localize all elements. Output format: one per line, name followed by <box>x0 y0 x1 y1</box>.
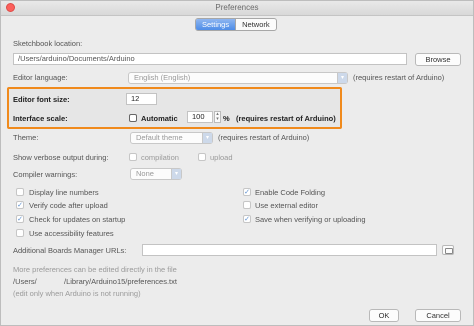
interface-scale-input[interactable]: 100 <box>187 111 213 123</box>
chevron-updown-icon: ▾ <box>337 73 347 83</box>
editor-language-select[interactable]: English (English) ▾ <box>128 72 348 84</box>
preferences-path-prefix: /Users/ <box>13 277 37 286</box>
verbose-label: Show verbose output during: <box>13 153 109 162</box>
chevron-updown-icon: ▾ <box>171 169 181 179</box>
preferences-window: Preferences Settings Network Sketchbook … <box>0 0 474 326</box>
verbose-upload-label: upload <box>210 153 233 162</box>
accessibility-label: Use accessibility features <box>29 229 114 238</box>
scale-stepper[interactable]: ▴ ▾ <box>214 111 221 123</box>
chevron-updown-icon: ▾ <box>202 133 212 143</box>
interface-scale-note: (requires restart of Arduino) <box>236 114 336 123</box>
window-title: Preferences <box>215 3 259 12</box>
verbose-upload-checkbox[interactable] <box>198 153 206 161</box>
tab-bar: Settings Network <box>195 18 277 31</box>
verify-after-upload-label: Verify code after upload <box>29 201 108 210</box>
theme-label: Theme: <box>13 133 39 142</box>
sketchbook-label: Sketchbook location: <box>13 39 83 48</box>
display-line-numbers-label: Display line numbers <box>29 188 99 197</box>
editor-language-note: (requires restart of Arduino) <box>353 73 445 82</box>
theme-select[interactable]: Default theme ▾ <box>130 132 213 144</box>
tab-network[interactable]: Network <box>235 19 276 30</box>
use-external-editor-checkbox[interactable] <box>243 201 251 209</box>
display-line-numbers-checkbox[interactable] <box>16 188 24 196</box>
font-size-input[interactable]: 12 <box>126 93 157 105</box>
compiler-warnings-select[interactable]: None ▾ <box>130 168 182 180</box>
check-updates-checkbox[interactable]: ✓ <box>16 215 24 223</box>
footer-note: (edit only when Arduino is not running) <box>13 289 141 298</box>
compiler-warnings-value: None <box>136 169 154 178</box>
footer-info: More preferences can be edited directly … <box>13 265 177 274</box>
verbose-compilation-label: compilation <box>141 153 179 162</box>
compiler-warnings-label: Compiler warnings: <box>13 170 78 179</box>
boards-manager-urls-input[interactable] <box>142 244 437 256</box>
preferences-path[interactable]: /Library/Arduino15/preferences.txt <box>64 277 177 286</box>
ok-button[interactable]: OK <box>369 309 399 322</box>
save-when-verifying-checkbox[interactable]: ✓ <box>243 215 251 223</box>
verify-after-upload-checkbox[interactable]: ✓ <box>16 201 24 209</box>
editor-language-label: Editor language: <box>13 73 68 82</box>
save-when-verifying-label: Save when verifying or uploading <box>255 215 366 224</box>
scale-unit: % <box>223 114 230 123</box>
use-external-editor-label: Use external editor <box>255 201 318 210</box>
tab-settings[interactable]: Settings <box>196 19 236 30</box>
enable-code-folding-label: Enable Code Folding <box>255 188 326 197</box>
check-updates-label: Check for updates on startup <box>29 215 126 224</box>
automatic-scale-label: Automatic <box>141 114 178 123</box>
editor-language-value: English (English) <box>134 73 191 82</box>
verbose-compilation-checkbox[interactable] <box>129 153 137 161</box>
font-size-label: Editor font size: <box>13 95 70 104</box>
browse-button[interactable]: Browse <box>415 53 461 66</box>
theme-note: (requires restart of Arduino) <box>218 133 310 142</box>
open-window-icon[interactable] <box>442 245 454 255</box>
accessibility-checkbox[interactable] <box>16 229 24 237</box>
boards-manager-label: Additional Boards Manager URLs: <box>13 246 127 255</box>
automatic-scale-checkbox[interactable] <box>129 114 137 122</box>
enable-code-folding-checkbox[interactable]: ✓ <box>243 188 251 196</box>
title-bar: Preferences <box>1 1 473 16</box>
theme-value: Default theme <box>136 133 183 142</box>
interface-scale-label: Interface scale: <box>13 114 68 123</box>
sketchbook-location-input[interactable]: /Users/arduino/Documents/Arduino <box>13 53 407 65</box>
cancel-button[interactable]: Cancel <box>415 309 461 322</box>
